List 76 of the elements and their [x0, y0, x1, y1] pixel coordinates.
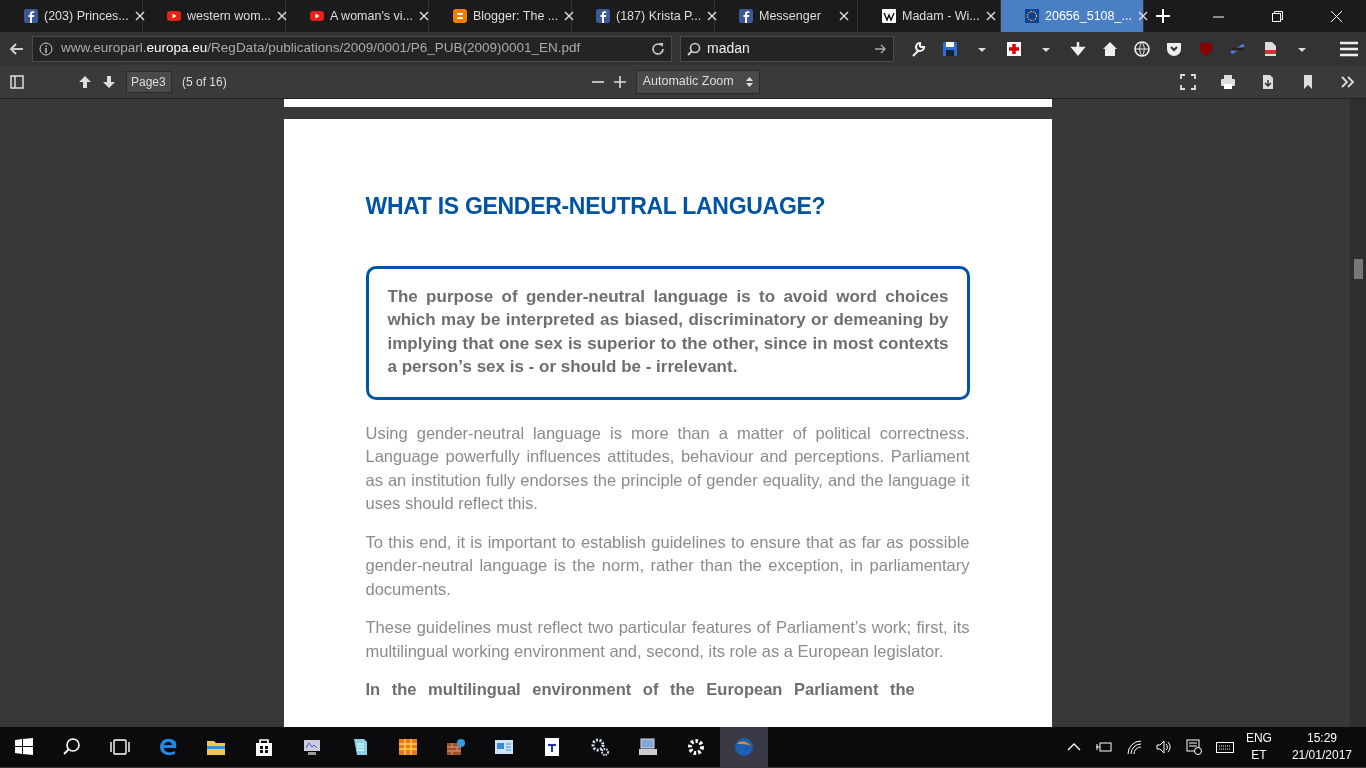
paragraph: Using gender-neutral language is more than a matter of political correctness. Language powerfully influences attitudes, behaviour and perceptions. Parliament as an institution fully endorses the principle of gender equality, and the language it uses should reflect this.	[365, 422, 970, 515]
keyboard-icon[interactable]	[1215, 739, 1234, 755]
paragraph: These guidelines must reflect two particular features of Parliament’s work; first, its multilingual working environment and, second, its role as a European legislator.	[365, 617, 970, 662]
close-icon[interactable]	[985, 11, 996, 21]
brick-wall-icon[interactable]	[446, 737, 466, 757]
language-indicator[interactable]: ENG	[1245, 730, 1272, 747]
search-field[interactable]: madan	[680, 35, 894, 62]
play-icon	[167, 9, 181, 23]
facebook-icon	[739, 9, 753, 23]
keyboard-layout[interactable]: ET	[1251, 747, 1267, 764]
close-icon[interactable]	[134, 11, 145, 21]
close-icon[interactable]	[1137, 11, 1148, 21]
wrench-icon[interactable]	[910, 40, 926, 57]
back-icon[interactable]	[8, 41, 24, 56]
gears-icon[interactable]	[590, 737, 610, 757]
task-view-icon[interactable]	[110, 737, 130, 757]
updown-icon	[745, 76, 753, 87]
pocket-icon[interactable]	[1166, 40, 1182, 57]
print-icon[interactable]	[1220, 73, 1236, 90]
home-icon[interactable]	[1102, 40, 1118, 57]
new-tab-icon[interactable]	[1156, 9, 1170, 23]
heading: WHAT IS GENDER-NEUTRAL LANGUAGE?	[365, 193, 827, 221]
page-count: (5 of 16)	[182, 73, 227, 91]
clock-time[interactable]: 15:29	[1306, 730, 1337, 747]
address-bar[interactable]: www.europarl.europa.eu/RegData/publications/2009/0001/P6_PUB(2009)0001_EN.pdf	[32, 35, 672, 62]
presentation-icon[interactable]	[494, 737, 514, 757]
arrow-right-icon	[875, 43, 887, 54]
info-icon	[39, 41, 53, 56]
url-text: www.europarl.europa.eu/RegData/publications/2009/0001/P6_PUB(2009)0001_EN.pdf	[61, 39, 581, 58]
globe-icon[interactable]	[734, 737, 754, 757]
close-icon[interactable]	[419, 11, 429, 21]
page-number-field[interactable]: Page3	[126, 70, 172, 93]
windows-logo-icon[interactable]	[14, 737, 34, 757]
wifi-icon[interactable]	[1125, 739, 1144, 755]
restore-icon[interactable]	[1272, 10, 1283, 22]
close-icon[interactable]	[707, 11, 718, 21]
blogger-icon	[453, 9, 467, 23]
fullscreen-icon[interactable]	[1180, 73, 1196, 90]
clock-date[interactable]: 21/01/2017	[1291, 747, 1352, 764]
store-icon[interactable]	[254, 737, 274, 757]
browser-icon[interactable]	[158, 737, 178, 757]
callout-text: The purpose of gender-neutral language is to avoid word choices which may be interpreted as biased, discriminatory or demeaning by implying that one sex is superior to the other, since in most contexts a person’s sex is - or should be - irrelevant.	[365, 265, 970, 400]
paragraph: In the multilingual environment of the European Parliament the	[365, 679, 916, 701]
arrow-up-icon[interactable]	[78, 74, 92, 89]
zoom-select[interactable]: Automatic Zoom	[635, 69, 760, 94]
document-icon[interactable]	[542, 737, 562, 757]
download-icon[interactable]	[1070, 40, 1086, 57]
monitor-icon[interactable]	[302, 737, 322, 757]
paragraph: To this end, it is important to establish guidelines to ensure that as far as possible gender-neutral language is the norm, rather than the exception, in parliamentary documents.	[365, 531, 970, 600]
scrollbar[interactable]	[1350, 99, 1366, 727]
search-icon[interactable]	[62, 737, 82, 757]
download-icon[interactable]	[1260, 73, 1276, 90]
wikipedia-icon	[882, 9, 896, 23]
computer-icon[interactable]	[638, 737, 658, 757]
facebook-icon	[596, 9, 610, 23]
grid-icon[interactable]	[398, 737, 418, 757]
close-icon[interactable]	[564, 11, 575, 21]
double-chevron-icon[interactable]	[1340, 73, 1356, 90]
battery-icon[interactable]	[1095, 739, 1114, 755]
sidebar-icon[interactable]	[10, 74, 24, 89]
play-icon	[310, 9, 324, 23]
menu-icon[interactable]	[1340, 40, 1358, 57]
settings-icon[interactable]	[686, 737, 706, 757]
stars-icon	[1025, 9, 1039, 23]
close-icon[interactable]	[839, 11, 849, 21]
speaker-icon[interactable]	[1155, 739, 1174, 755]
search-icon	[687, 41, 701, 56]
zoom-in-icon[interactable]	[613, 75, 626, 88]
globe-icon[interactable]	[1134, 40, 1150, 57]
reload-icon[interactable]	[651, 41, 665, 56]
facebook-icon	[24, 9, 38, 23]
arrow-down-icon[interactable]	[102, 74, 116, 89]
notification-icon[interactable]	[1185, 739, 1204, 755]
pdf-icon[interactable]	[1262, 40, 1278, 57]
first-aid-icon[interactable]	[1006, 40, 1022, 57]
close-icon[interactable]	[277, 11, 288, 21]
